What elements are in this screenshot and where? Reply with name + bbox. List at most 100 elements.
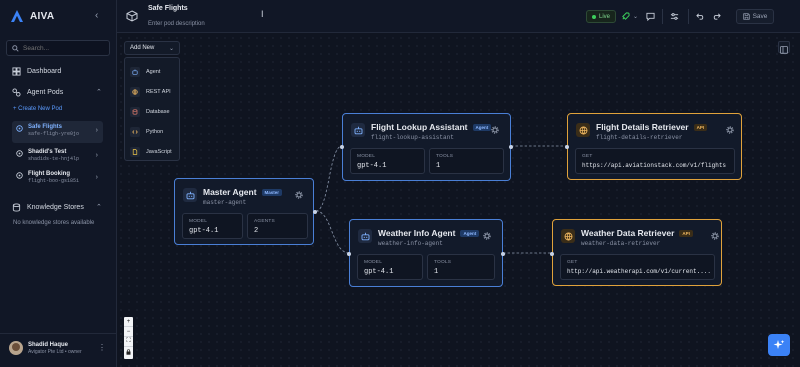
menu-item-label: Agent xyxy=(146,69,161,75)
output-handle[interactable] xyxy=(509,145,513,149)
field-value: gpt-4.1 xyxy=(357,162,387,170)
agent-pods-icon xyxy=(12,88,21,97)
bot-icon xyxy=(183,188,197,202)
user-name: Shadid Haque xyxy=(28,341,69,348)
dashboard-icon xyxy=(12,67,21,76)
settings-button[interactable] xyxy=(668,10,681,23)
output-handle[interactable] xyxy=(501,252,505,256)
add-new-button[interactable]: Add New ⌄ xyxy=(124,41,180,55)
flow-canvas[interactable]: Add New ⌄ Agent REST API Database Python… xyxy=(117,34,800,367)
menu-item-rest-api[interactable]: REST API xyxy=(130,85,171,99)
endpoint-field: GET http://api.weatherapi.com/v1/current… xyxy=(560,254,715,280)
input-handle[interactable] xyxy=(565,145,569,149)
globe-icon xyxy=(561,229,575,243)
field-value: 1 xyxy=(434,268,439,276)
node-flight-details-retriever[interactable]: Flight Details Retriever API flight-detai… xyxy=(565,113,742,180)
search-input[interactable] xyxy=(23,44,103,52)
agents-field: AGENTS 2 xyxy=(247,213,308,239)
node-tag: API xyxy=(679,230,693,238)
nav-agent-pods[interactable]: Agent Pods xyxy=(12,88,63,97)
avatar xyxy=(9,341,23,355)
panel-toggle-button[interactable] xyxy=(778,41,790,54)
node-weather-info-agent[interactable]: Weather Info Agent Agent weather-info-age… xyxy=(347,219,505,287)
undo-button[interactable] xyxy=(694,10,707,23)
endpoint-url: http://api.weatherapi.com/v1/current.... xyxy=(567,268,712,275)
pod-item-safe-flights[interactable]: Safe Flights safe-fligh-yre0jo › xyxy=(12,121,103,143)
gear-icon[interactable] xyxy=(483,232,491,240)
nav-knowledge-stores[interactable]: Knowledge Stores xyxy=(12,203,84,212)
chevron-up-icon[interactable]: ⌃ xyxy=(96,88,102,96)
chat-button[interactable] xyxy=(644,10,657,23)
model-field: MODEL gpt-4.1 xyxy=(182,213,243,239)
node-id: flight-lookup-assistant xyxy=(371,134,454,141)
code-icon xyxy=(130,127,140,137)
sparkles-icon xyxy=(773,340,785,349)
node-title-text: Weather Info Agent xyxy=(378,228,456,238)
node-title: Weather Info Agent Agent xyxy=(378,228,480,238)
chevron-right-icon: › xyxy=(95,174,98,181)
edge-master-flight-lookup xyxy=(315,145,343,212)
menu-item-python[interactable]: Python xyxy=(130,125,163,139)
pod-title[interactable]: Safe Flights xyxy=(148,5,188,12)
field-label: AGENTS xyxy=(254,219,275,224)
divider xyxy=(688,9,689,24)
output-handle[interactable] xyxy=(313,210,317,214)
live-status-badge[interactable]: Live xyxy=(586,10,617,23)
app-name: AIVA xyxy=(30,10,55,22)
divider xyxy=(662,9,663,24)
gear-icon[interactable] xyxy=(711,232,719,240)
node-title: Weather Data Retriever API xyxy=(581,228,693,238)
fit-view-button[interactable]: ⛶ xyxy=(124,337,133,347)
cube-icon xyxy=(126,10,138,22)
field-label: TOOLS xyxy=(434,260,452,265)
field-value: 2 xyxy=(254,227,259,235)
search-icon xyxy=(12,44,19,52)
gear-icon[interactable] xyxy=(726,126,734,134)
menu-item-agent[interactable]: Agent xyxy=(130,65,160,79)
node-master-agent[interactable]: Master Agent Master master-agent MODEL gp… xyxy=(174,178,317,245)
pod-item-shadids-test[interactable]: Shadid's Test shadids-te-hnj4lp › xyxy=(12,146,103,168)
collapse-sidebar-icon[interactable]: ‹ xyxy=(95,10,98,21)
ai-assistant-button[interactable] xyxy=(768,334,790,356)
pod-icon xyxy=(16,125,23,132)
search-box[interactable] xyxy=(6,40,110,56)
create-new-pod-link[interactable]: + Create New Pod xyxy=(13,106,62,112)
user-profile[interactable]: Shadid Haque Avigator Pte Ltd • owner xyxy=(9,341,82,355)
gear-icon[interactable] xyxy=(491,126,499,134)
more-vertical-icon[interactable]: ⋮ xyxy=(98,343,106,352)
chevron-down-icon: ⌄ xyxy=(168,45,174,52)
pod-item-flight-booking[interactable]: Flight Booking flight-boo-gs185i › xyxy=(12,168,103,190)
chevron-down-icon[interactable]: ⌄ xyxy=(629,10,642,23)
redo-button[interactable] xyxy=(710,10,723,23)
http-method: GET xyxy=(582,154,593,159)
node-title-text: Flight Lookup Assistant xyxy=(371,122,468,132)
save-button[interactable]: Save xyxy=(736,9,774,24)
field-label: TOOLS xyxy=(436,154,454,159)
zoom-in-button[interactable]: + xyxy=(124,317,133,327)
menu-item-javascript[interactable]: JavaScript xyxy=(130,145,172,159)
undo-icon xyxy=(696,13,704,20)
node-tag: API xyxy=(693,124,708,132)
add-new-menu: Agent REST API Database Python JavaScrip… xyxy=(124,57,180,161)
nav-dashboard[interactable]: Dashboard xyxy=(12,67,61,76)
chevron-up-icon[interactable]: ⌃ xyxy=(96,203,102,211)
node-flight-lookup-assistant[interactable]: Flight Lookup Assistant Agent flight-look… xyxy=(340,113,513,181)
bot-icon xyxy=(351,123,365,137)
menu-item-database[interactable]: Database xyxy=(130,105,170,119)
sliders-icon xyxy=(670,13,679,20)
gear-icon[interactable] xyxy=(295,191,303,199)
node-weather-data-retriever[interactable]: Weather Data Retriever API weather-data-r… xyxy=(550,219,722,286)
zoom-out-button[interactable]: − xyxy=(124,327,133,337)
file-code-icon xyxy=(130,147,140,157)
input-handle[interactable] xyxy=(550,252,554,256)
input-handle[interactable] xyxy=(347,252,351,256)
brand[interactable]: AIVA xyxy=(10,9,54,23)
text-cursor-icon: I xyxy=(261,9,264,19)
lock-button[interactable] xyxy=(124,347,133,357)
zoom-controls: + − ⛶ xyxy=(124,317,133,359)
bot-icon xyxy=(130,67,140,77)
knowledge-empty-text: No knowledge stores available xyxy=(13,220,95,226)
chevron-right-icon: › xyxy=(95,152,98,159)
pod-description-input[interactable]: Enter pod description xyxy=(148,21,205,27)
input-handle[interactable] xyxy=(340,145,344,149)
